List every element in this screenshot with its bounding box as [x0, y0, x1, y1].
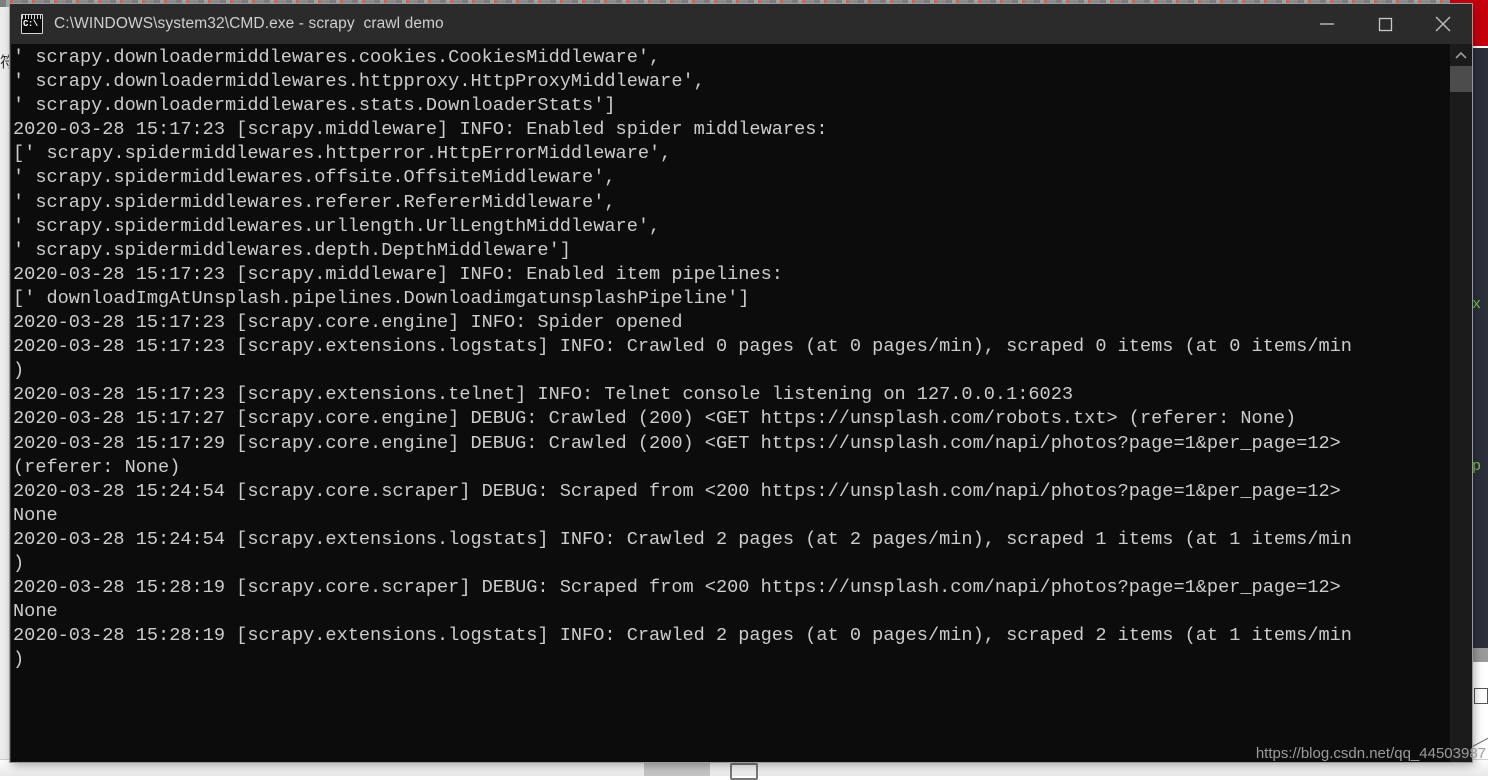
- maximize-button[interactable]: [1356, 4, 1414, 44]
- background-right-glyph-p: p: [1472, 458, 1482, 475]
- window-title: C:\WINDOWS\system32\CMD.exe - scrapy cra…: [54, 15, 444, 32]
- taskbar-item[interactable]: [644, 762, 710, 776]
- taskbar-window-button[interactable]: [730, 763, 758, 780]
- minimize-button[interactable]: [1298, 4, 1356, 44]
- close-button[interactable]: [1414, 4, 1472, 44]
- console-output[interactable]: ' scrapy.downloadermiddlewares.cookies.C…: [11, 44, 1450, 762]
- background-right-panel: [1472, 48, 1488, 648]
- console-scrollbar[interactable]: [1450, 44, 1472, 762]
- scroll-up-icon[interactable]: [1450, 44, 1472, 66]
- cmd-window: C:\ C:\WINDOWS\system32\CMD.exe - scrapy…: [10, 4, 1472, 762]
- background-right-icon: [1474, 688, 1488, 704]
- background-right-glyph-x: x: [1472, 296, 1482, 313]
- console-area: ' scrapy.downloadermiddlewares.cookies.C…: [10, 44, 1472, 762]
- scrollbar-thumb[interactable]: [1450, 66, 1472, 92]
- window-titlebar[interactable]: C:\ C:\WINDOWS\system32\CMD.exe - scrapy…: [10, 4, 1472, 44]
- background-right-scroll-thumb: [1472, 648, 1488, 662]
- cmd-icon-prompt-text: C:\: [23, 19, 38, 29]
- scrollbar-track[interactable]: [1450, 66, 1472, 762]
- cmd-app-icon: C:\: [21, 14, 43, 34]
